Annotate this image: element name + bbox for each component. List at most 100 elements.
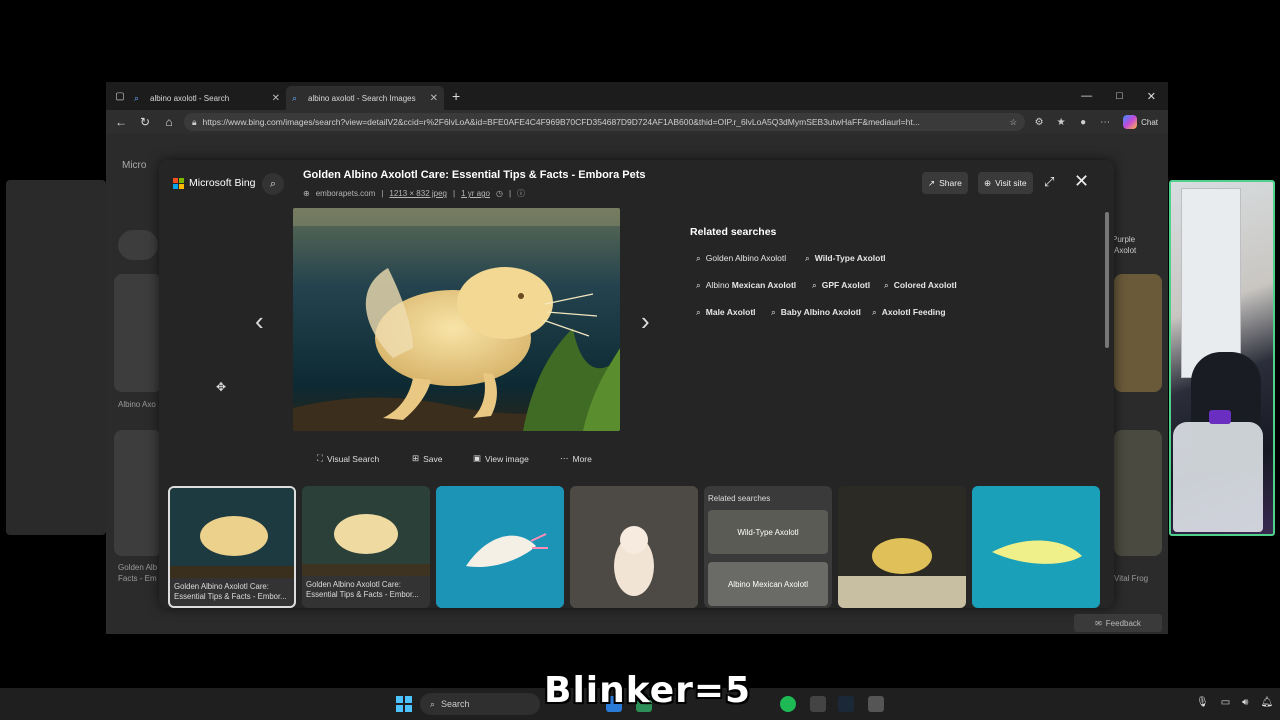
windows-start-icon[interactable] xyxy=(396,696,412,712)
previous-image-arrow[interactable]: ‹ xyxy=(255,306,264,337)
thumbnail[interactable] xyxy=(838,486,966,608)
taskbar-search[interactable]: ⌕ Search xyxy=(420,693,540,715)
address-bar-row: ← ↻ ⌂ 🔒︎ https://www.bing.com/images/sea… xyxy=(106,110,1168,134)
thumbnail[interactable]: Golden Albino Axolotl Care: Essential Ti… xyxy=(168,486,296,608)
microphone-icon[interactable]: 🎙︎ xyxy=(1196,697,1209,708)
related-chip[interactable]: ⌕ Male Axolotl xyxy=(690,302,762,322)
bing-search-icon: ⌕ xyxy=(134,93,140,103)
bg-image-card[interactable] xyxy=(1114,274,1162,392)
thumbnail[interactable]: Golden Albino Axolotl Care: Essential Ti… xyxy=(302,486,430,608)
history-icon: ◷ xyxy=(495,189,503,198)
related-card-item[interactable]: Albino Mexican Axolotl xyxy=(708,562,828,606)
bg-image-card[interactable] xyxy=(114,430,162,556)
next-image-arrow[interactable]: › xyxy=(641,306,650,337)
refresh-button[interactable]: ↻ xyxy=(136,113,154,131)
notification-bell-icon[interactable]: 🔔︎ xyxy=(1260,697,1273,708)
close-window-button[interactable]: ✕ xyxy=(1147,90,1156,103)
more-button[interactable]: ⋯ More xyxy=(560,453,592,464)
tab-search[interactable]: ⌕ albino axolotl - Search ✕ xyxy=(128,86,286,110)
video-overlay-caption: Blinker=5 xyxy=(544,670,752,711)
save-button[interactable]: ⊞ Save xyxy=(412,453,443,464)
bg-caption: Purple xyxy=(1112,235,1136,244)
related-chip[interactable]: ⌕ GPF Axolotl xyxy=(806,275,876,295)
new-tab-button[interactable]: + xyxy=(452,88,460,104)
view-image-icon: ▣ xyxy=(473,453,482,463)
scrollbar[interactable] xyxy=(1105,212,1109,348)
more-menu-icon[interactable]: ⋯ xyxy=(1097,114,1113,130)
back-button[interactable]: ← xyxy=(112,113,130,131)
share-label: Share xyxy=(939,178,962,188)
share-button[interactable]: ↗ Share xyxy=(922,172,968,194)
thumbnail[interactable] xyxy=(570,486,698,608)
volume-icon[interactable]: 🔊︎ xyxy=(1242,697,1248,708)
chat-button[interactable]: Chat xyxy=(1119,115,1162,129)
webcam-door xyxy=(1181,188,1241,378)
tab-actions-icon[interactable]: ▢ xyxy=(112,88,128,104)
home-button[interactable]: ⌂ xyxy=(160,113,178,131)
spotify-icon[interactable] xyxy=(780,696,796,712)
related-card-item[interactable]: Wild-Type Axolotl xyxy=(708,510,828,554)
webcam-jug xyxy=(1173,422,1263,532)
close-icon[interactable]: ✕ xyxy=(1074,171,1089,192)
search-icon: ⌕ xyxy=(430,698,436,709)
image-title[interactable]: Golden Albino Axolotl Care: Essential Ti… xyxy=(303,169,646,181)
feedback-icon: ✉ xyxy=(1095,618,1102,628)
related-chip[interactable]: ⌕ Wild-Type Axolotl xyxy=(799,248,892,268)
minimize-button[interactable]: — xyxy=(1081,90,1092,103)
favorite-star-icon[interactable]: ☆ xyxy=(1009,117,1017,128)
profile-avatar[interactable]: ● xyxy=(1075,114,1091,130)
copilot-icon xyxy=(1123,115,1138,129)
extensions-icon[interactable]: ⚙ xyxy=(1031,114,1047,130)
steam-icon[interactable] xyxy=(838,696,854,712)
search-icon: ⌕ xyxy=(872,306,877,317)
chip-label: GPF Axolotl xyxy=(821,280,871,290)
bg-image-card[interactable] xyxy=(1114,430,1162,556)
related-chip[interactable]: ⌕ Albino Mexican Axolotl xyxy=(690,275,802,295)
expand-icon[interactable]: ⤢ xyxy=(1044,174,1054,190)
globe-icon: ⊕ xyxy=(984,177,992,188)
address-bar[interactable]: 🔒︎ https://www.bing.com/images/search?vi… xyxy=(184,113,1026,131)
chip-label: Colored Axolotl xyxy=(893,280,957,290)
thumbnail[interactable] xyxy=(436,486,564,608)
related-chip[interactable]: ⌕ Axolotl Feeding xyxy=(866,302,952,322)
related-chip[interactable]: ⌕ Baby Albino Axolotl xyxy=(765,302,867,322)
favorites-icon[interactable]: ★ xyxy=(1053,114,1069,130)
close-tab-icon[interactable]: ✕ xyxy=(430,93,438,104)
related-chip[interactable]: ⌕ Colored Axolotl xyxy=(878,275,963,295)
action-label: Save xyxy=(423,453,443,464)
image-dimensions[interactable]: 1213 × 832 jpeg xyxy=(389,189,447,198)
feedback-button[interactable]: ✉ Feedback xyxy=(1074,614,1162,632)
tab-images[interactable]: ⌕ albino axolotl - Search Images ✕ xyxy=(286,86,444,110)
bing-logo[interactable]: Microsoft Bing xyxy=(173,177,256,189)
chip-label: Golden Albino Axolotl xyxy=(705,253,787,263)
feedback-label: Feedback xyxy=(1105,618,1141,628)
search-icon: ⌕ xyxy=(771,306,776,317)
meta-separator: | xyxy=(381,189,384,198)
related-chip[interactable]: ⌕ Golden Albino Axolotl xyxy=(690,248,792,268)
share-icon: ↗ xyxy=(928,177,936,188)
image-age[interactable]: 1 yr ago xyxy=(461,189,490,198)
taskbar-search-label: Search xyxy=(441,699,470,709)
action-label: More xyxy=(572,453,592,464)
visual-search-icon: ⛶ xyxy=(317,453,323,463)
close-tab-icon[interactable]: ✕ xyxy=(272,93,280,104)
image-detail-overlay: Microsoft Bing ⌕ Golden Albino Axolotl C… xyxy=(159,160,1114,608)
network-icon[interactable]: ▭ xyxy=(1221,697,1230,708)
app-icon[interactable] xyxy=(868,696,884,712)
bg-image-card[interactable] xyxy=(114,274,162,392)
main-image[interactable] xyxy=(293,208,620,431)
epic-games-icon[interactable] xyxy=(810,696,826,712)
related-searches-card[interactable]: Related searches Wild-Type Axolotl Albin… xyxy=(704,486,832,608)
maximize-button[interactable]: □ xyxy=(1116,90,1123,103)
save-icon: ⊞ xyxy=(412,453,420,463)
tab-bar: ▢ ⌕ albino axolotl - Search ✕ ⌕ albino a… xyxy=(106,82,1168,110)
thumbnail[interactable] xyxy=(972,486,1100,608)
visual-search-button[interactable]: ⛶ Visual Search xyxy=(317,453,379,464)
info-icon[interactable]: ⓘ xyxy=(517,188,525,199)
visit-site-button[interactable]: ⊕ Visit site xyxy=(978,172,1033,194)
chip-label-pre: Albino xyxy=(705,280,732,290)
source-domain[interactable]: emborapets.com xyxy=(316,189,376,198)
search-icon[interactable]: ⌕ xyxy=(262,173,284,195)
view-image-button[interactable]: ▣ View image xyxy=(473,453,529,464)
bg-chip[interactable] xyxy=(118,230,158,260)
